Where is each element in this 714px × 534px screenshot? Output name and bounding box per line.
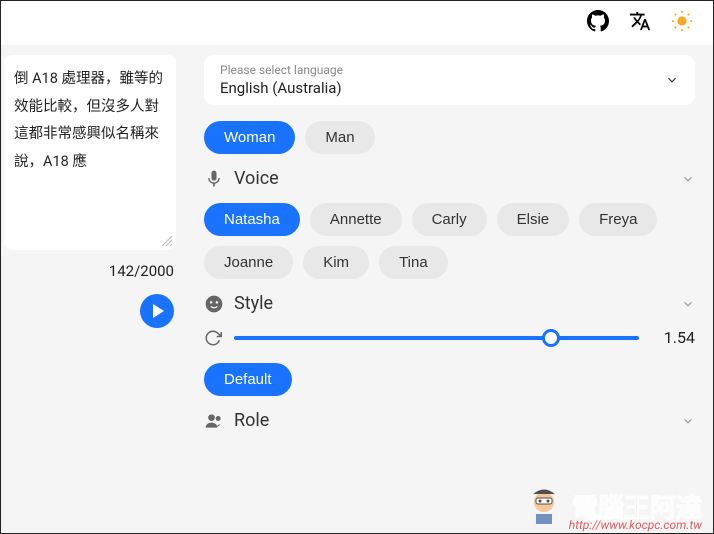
reset-icon[interactable] [204,329,222,347]
voice-annette-button[interactable]: Annette [310,203,402,236]
smiley-icon [204,294,224,314]
people-icon [204,411,224,431]
voice-section-header[interactable]: Voice [204,168,695,189]
role-title: Role [234,410,671,431]
style-section-header[interactable]: Style [204,293,695,314]
voice-elsie-button[interactable]: Elsie [497,203,570,236]
chevron-down-icon [665,73,679,87]
role-section-header[interactable]: Role [204,410,695,431]
resize-handle-icon[interactable] [161,235,173,247]
gender-row: Woman Man [204,121,695,154]
gender-woman-button[interactable]: Woman [204,121,295,154]
style-default-button[interactable]: Default [204,363,292,396]
language-label: Please select language [220,63,343,77]
microphone-icon [204,169,224,189]
slider-thumb[interactable] [542,329,560,347]
voice-title: Voice [234,168,671,189]
voice-freya-button[interactable]: Freya [579,203,657,236]
translate-icon[interactable] [629,10,651,36]
chevron-down-icon [681,297,695,311]
style-title: Style [234,293,671,314]
gender-man-button[interactable]: Man [305,121,374,154]
chevron-down-icon [681,414,695,428]
voice-tina-button[interactable]: Tina [379,246,448,279]
language-value: English (Australia) [220,79,343,97]
play-button[interactable] [140,294,174,328]
voice-joanne-button[interactable]: Joanne [204,246,293,279]
voice-row: Natasha Annette Carly Elsie Freya Joanne… [204,203,695,279]
char-counter: 142/2000 [109,262,174,280]
style-slider[interactable] [234,336,639,340]
language-select[interactable]: Please select language English (Australi… [204,55,695,105]
sun-icon[interactable] [671,10,693,36]
voice-kim-button[interactable]: Kim [303,246,369,279]
voice-natasha-button[interactable]: Natasha [204,203,300,236]
chevron-down-icon [681,172,695,186]
voice-carly-button[interactable]: Carly [412,203,487,236]
slider-value: 1.54 [651,328,695,347]
text-input[interactable]: 倒 A18 處理器，雖等的效能比較，但沒多人對這都非常感興似名稱來說，A18 應 [4,55,176,250]
github-icon[interactable] [587,10,609,36]
